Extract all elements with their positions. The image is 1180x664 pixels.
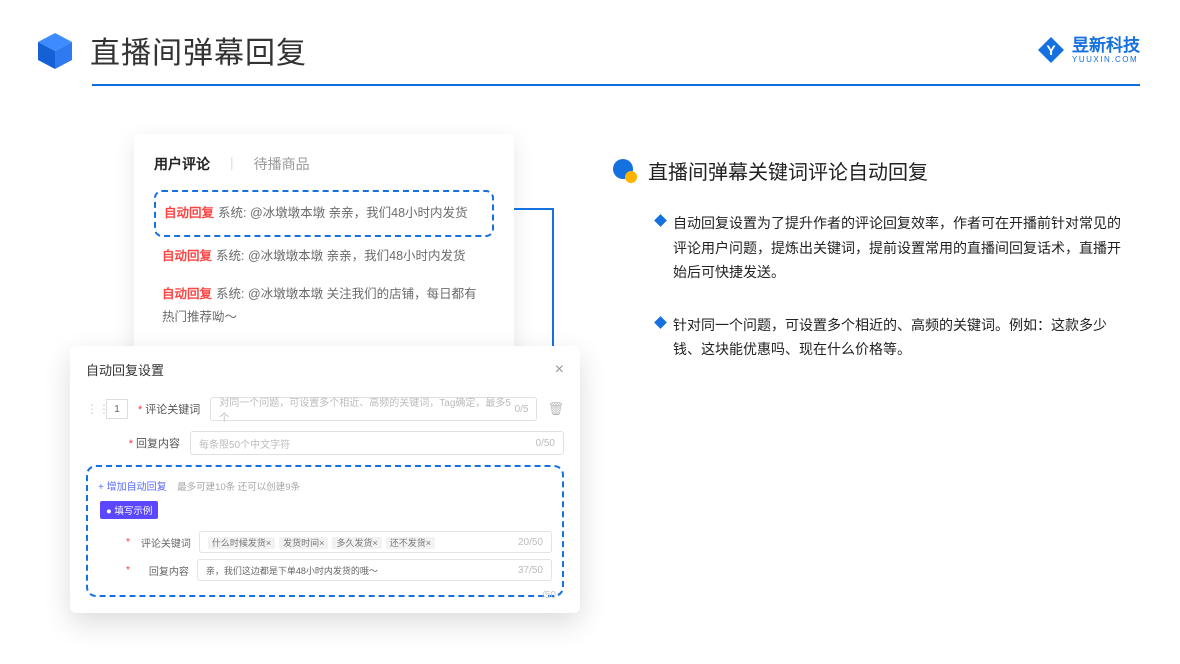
keyword-tag: 什么时候发货× [208,537,275,549]
header-left: 直播间弹幕回复 [34,28,307,72]
comments-card: 用户评论 | 待播商品 自动回复系统: @冰墩墩本墩 亲亲，我们48小时内发货 … [134,134,514,360]
auto-reply-badge: 自动回复 [164,206,214,220]
bullet-item: 自动回复设置为了提升作者的评论回复效率，作者可在开播前针对常见的评论用户问题，提… [612,211,1140,285]
comment-row: 自动回复系统: @冰墩墩本墩 亲亲，我们48小时内发货 [154,237,494,276]
bullet-item: 针对同一个问题，可设置多个相近的、高频的关键词。例如：这款多少钱、这块能优惠吗、… [612,313,1140,362]
diamond-bullet-icon [654,316,667,329]
tab-user-comments[interactable]: 用户评论 [154,154,210,174]
close-icon[interactable]: × [555,361,564,379]
settings-title: 自动回复设置 [86,360,164,379]
page-title: 直播间弹幕回复 [90,28,307,72]
auto-reply-badge: 自动回复 [162,287,212,301]
screenshot-column: 用户评论 | 待播商品 自动回复系统: @冰墩墩本墩 亲亲，我们48小时内发货 … [40,134,580,390]
comment-row: 自动回复系统: @冰墩墩本墩 关注我们的店铺，每日都有热门推荐呦～ [154,275,494,336]
example-panel: + 增加自动回复 最多可建10条 还可以创建9条 ● 填写示例 *评论关键词 什… [86,465,564,597]
brand-name-cn: 昱新科技 [1072,37,1140,54]
brand-name-en: YUUXIN.COM [1072,56,1140,64]
description-column: 直播间弹幕关键词评论自动回复 自动回复设置为了提升作者的评论回复效率，作者可在开… [612,134,1140,390]
add-auto-reply-link[interactable]: + 增加自动回复 [98,482,167,493]
example-pill: ● 填写示例 [100,501,158,519]
keyword-tag: 多久发货× [332,537,381,549]
settings-card: 自动回复设置 × ⋮⋮ 1 *评论关键词 对同一个问题，可设置多个相近、高频的关… [70,346,580,613]
diamond-bullet-icon [654,214,667,227]
keyword-tag: 发货时间× [279,537,328,549]
example-reply-box: 亲，我们这边都是下单48小时内发货的哦～ 37/50 [197,559,552,581]
keyword-input[interactable]: 对同一个问题，可设置多个相近、高频的关键词，Tag确定，最多5个 0/5 [210,397,537,421]
auto-reply-badge: 自动回复 [162,249,212,263]
tab-pending-products[interactable]: 待播商品 [254,154,310,174]
section-title: 直播间弹幕关键词评论自动回复 [648,156,928,185]
bubble-icon [612,158,638,184]
connector-line [514,208,554,210]
brand-logo: Y 昱新科技 YUUXIN.COM [1036,35,1140,65]
page-header: 直播间弹幕回复 Y 昱新科技 YUUXIN.COM [0,0,1180,72]
trash-icon[interactable]: 🗑 [547,401,564,417]
stray-counter: /50 [542,590,556,601]
brand-icon: Y [1036,35,1066,65]
reply-input[interactable]: 每条限50个中文字符 0/50 [190,431,564,455]
example-keyword-box: 什么时候发货×发货时间×多久发货×还不发货× 20/50 [199,531,552,553]
keyword-tag: 还不发货× [386,537,435,549]
svg-text:Y: Y [1046,42,1056,58]
index-box: 1 [106,399,128,419]
quota-hint: 最多可建10条 还可以创建9条 [177,482,300,493]
cube-icon [34,29,76,71]
highlighted-comment: 自动回复系统: @冰墩墩本墩 亲亲，我们48小时内发货 [154,190,494,237]
drag-handle-icon[interactable]: ⋮⋮ [86,402,96,416]
comment-row: 自动回复系统: @冰墩墩本墩 亲亲，我们48小时内发货 [156,194,492,233]
